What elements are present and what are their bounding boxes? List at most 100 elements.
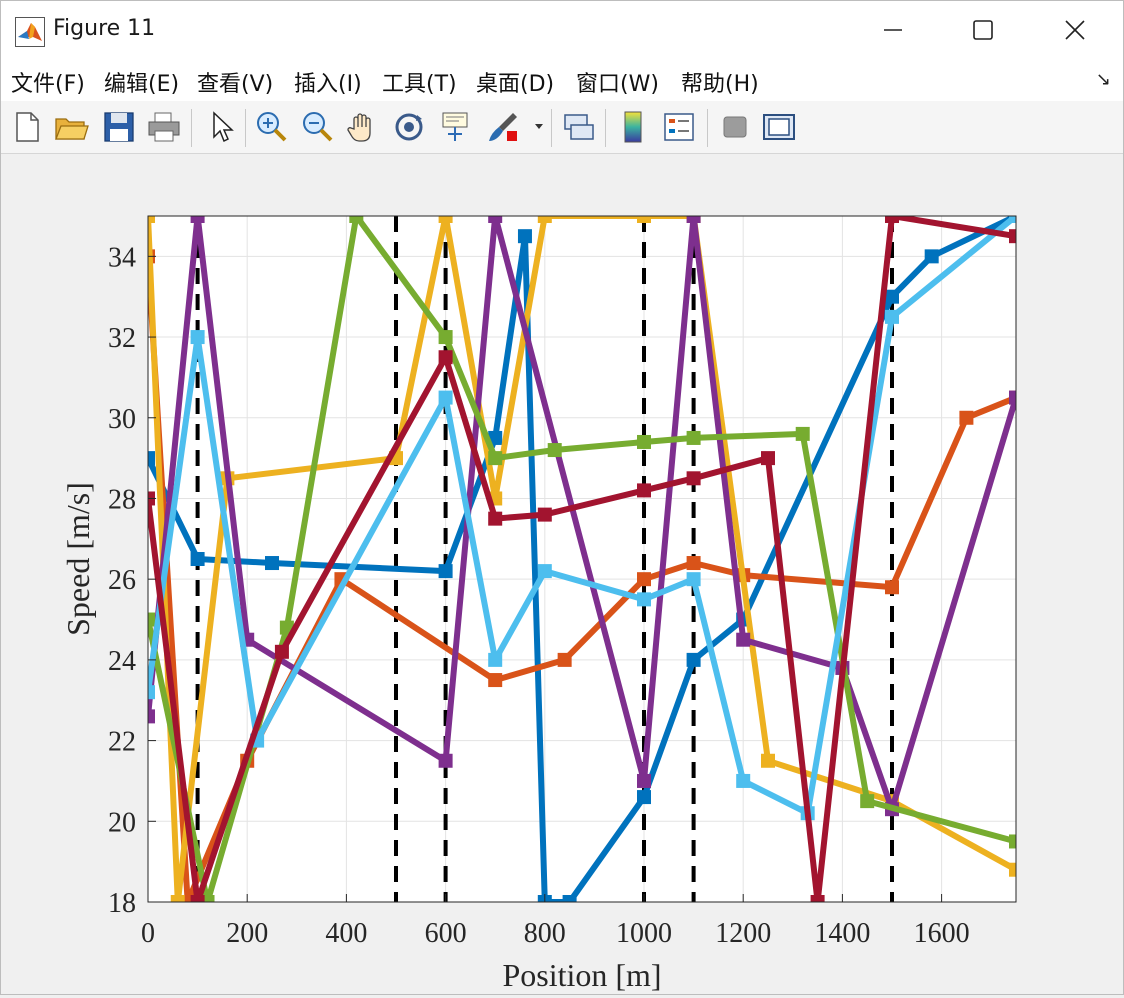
data-point-marker bbox=[736, 632, 751, 647]
toolbar-separator bbox=[707, 109, 708, 147]
x-tick-label: 1400 bbox=[814, 918, 870, 949]
toolbar-separator bbox=[551, 109, 552, 147]
menu-view[interactable]: 查看(V) bbox=[197, 66, 273, 98]
x-tick-label: 1600 bbox=[914, 918, 970, 949]
data-point-marker bbox=[637, 592, 651, 607]
y-tick-label: 24 bbox=[108, 646, 136, 677]
y-tick-label: 20 bbox=[108, 807, 136, 838]
data-point-marker bbox=[761, 753, 775, 768]
link-plot-icon[interactable] bbox=[561, 109, 597, 145]
data-point-marker bbox=[488, 673, 503, 688]
data-point-marker bbox=[860, 794, 875, 809]
y-tick-label: 34 bbox=[108, 242, 136, 273]
data-point-marker bbox=[885, 289, 899, 304]
data-point-marker bbox=[190, 330, 205, 345]
data-point-marker bbox=[686, 556, 701, 571]
data-point-marker bbox=[637, 572, 651, 587]
data-point-marker bbox=[637, 434, 651, 449]
menu-window[interactable]: 窗口(W) bbox=[576, 66, 659, 98]
menu-desktop[interactable]: 桌面(D) bbox=[476, 66, 554, 98]
x-tick-label: 1000 bbox=[616, 918, 672, 949]
data-point-marker bbox=[959, 410, 974, 425]
data-point-marker bbox=[637, 790, 651, 805]
data-point-marker bbox=[885, 309, 899, 324]
data-point-marker bbox=[686, 471, 701, 486]
y-tick-label: 26 bbox=[108, 565, 136, 596]
x-tick-label: 600 bbox=[425, 918, 467, 949]
figure-canvas: 0 200 400 600 800 1000 1200 1400 1600 18 20 22 24 26 2… bbox=[1, 154, 1123, 994]
menu-insert[interactable]: 插入(I) bbox=[294, 66, 362, 98]
save-icon[interactable] bbox=[101, 109, 137, 145]
x-tick-label: 200 bbox=[226, 918, 268, 949]
zoom-in-icon[interactable] bbox=[253, 109, 289, 145]
pan-hand-icon[interactable] bbox=[345, 109, 381, 145]
data-point-marker bbox=[438, 350, 453, 365]
data-point-marker bbox=[438, 564, 453, 579]
y-tick-label: 30 bbox=[108, 404, 136, 435]
zoom-out-icon[interactable] bbox=[299, 109, 335, 145]
data-point-marker bbox=[488, 451, 503, 466]
data-point-marker bbox=[438, 753, 453, 768]
data-point-marker bbox=[274, 644, 289, 659]
window-title: Figure 11 bbox=[53, 16, 156, 41]
legend-icon[interactable] bbox=[661, 109, 697, 145]
x-tick-label: 800 bbox=[524, 918, 566, 949]
y-tick-label: 32 bbox=[108, 323, 136, 354]
maximize-button[interactable] bbox=[937, 1, 1029, 59]
x-tick-label: 0 bbox=[141, 918, 155, 949]
menu-bar: 文件(F) 编辑(E) 查看(V) 插入(I) 工具(T) 桌面(D) 窗口(W… bbox=[1, 59, 1123, 102]
title-bar: Figure 11 bbox=[1, 1, 1123, 59]
dock-arrow-icon[interactable]: ↘ bbox=[1096, 69, 1111, 90]
show-plot-tools-icon[interactable] bbox=[761, 109, 797, 145]
speed-position-plot[interactable]: 0 200 400 600 800 1000 1200 1400 1600 18 20 22 24 26 2… bbox=[1, 154, 1123, 994]
data-point-marker bbox=[686, 652, 701, 667]
data-point-marker bbox=[190, 552, 205, 566]
data-point-marker bbox=[686, 430, 701, 445]
data-point-marker bbox=[537, 564, 552, 579]
data-point-marker bbox=[488, 511, 503, 526]
pointer-icon[interactable] bbox=[203, 109, 239, 145]
y-tick-label: 18 bbox=[108, 888, 136, 919]
brush-icon[interactable] bbox=[485, 109, 521, 145]
y-tick-label: 28 bbox=[108, 484, 136, 515]
data-point-marker bbox=[438, 390, 453, 405]
minimize-button[interactable] bbox=[847, 1, 939, 59]
x-tick-label: 400 bbox=[325, 918, 367, 949]
new-figure-icon[interactable] bbox=[9, 109, 45, 145]
open-file-icon[interactable] bbox=[53, 109, 89, 145]
data-point-marker bbox=[761, 451, 775, 466]
data-point-marker bbox=[438, 330, 453, 345]
chevron-down-icon[interactable] bbox=[534, 121, 544, 131]
data-point-marker bbox=[537, 507, 552, 522]
menu-edit[interactable]: 编辑(E) bbox=[104, 66, 179, 98]
colorbar-icon[interactable] bbox=[615, 109, 651, 145]
toolbar-separator bbox=[605, 109, 606, 147]
menu-tools[interactable]: 工具(T) bbox=[382, 66, 457, 98]
menu-help[interactable]: 帮助(H) bbox=[681, 66, 759, 98]
toolbar-separator bbox=[245, 109, 246, 147]
data-point-marker bbox=[265, 556, 279, 571]
y-tick-label: 22 bbox=[108, 727, 136, 758]
close-button[interactable] bbox=[1029, 1, 1121, 59]
hide-plot-tools-icon[interactable] bbox=[717, 109, 753, 145]
y-axis-label: Speed [m/s] bbox=[60, 482, 96, 636]
figure-toolbar bbox=[1, 101, 1123, 154]
print-icon[interactable] bbox=[146, 109, 182, 145]
rotate-3d-icon[interactable] bbox=[391, 109, 427, 145]
data-point-marker bbox=[736, 773, 751, 788]
data-cursor-icon[interactable] bbox=[437, 109, 473, 145]
data-point-marker bbox=[885, 580, 899, 595]
close-icon bbox=[1065, 20, 1085, 40]
data-point-marker bbox=[795, 426, 810, 441]
toolbar-separator bbox=[191, 109, 192, 147]
menu-file[interactable]: 文件(F) bbox=[11, 66, 85, 98]
x-axis-label: Position [m] bbox=[502, 957, 661, 993]
data-point-marker bbox=[488, 652, 503, 667]
data-point-marker bbox=[924, 249, 939, 264]
x-tick-label: 1200 bbox=[715, 918, 771, 949]
maximize-icon bbox=[973, 20, 993, 40]
data-point-marker bbox=[637, 483, 651, 498]
minimize-icon bbox=[884, 29, 902, 31]
data-point-marker bbox=[547, 443, 562, 458]
data-point-marker bbox=[557, 652, 572, 667]
